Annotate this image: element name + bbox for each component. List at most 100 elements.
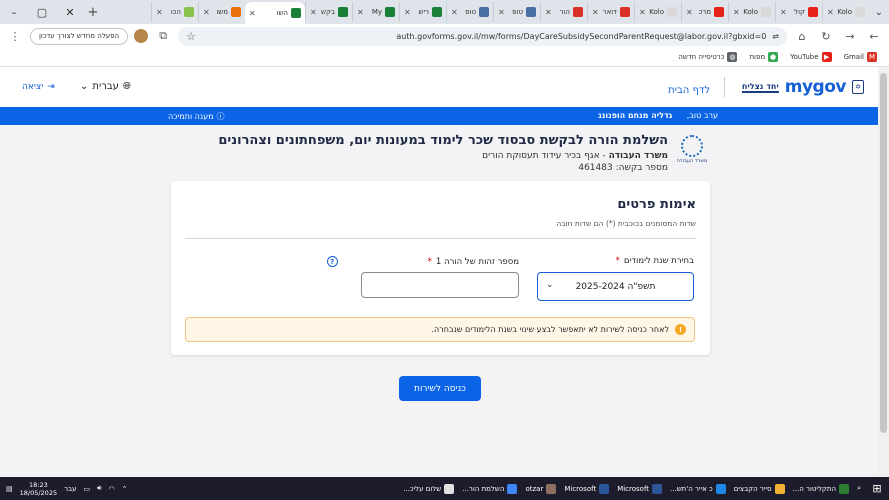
taskbar-app[interactable]: Microsoft (613, 479, 666, 499)
windows-start-icon[interactable]: ⊞ (865, 482, 889, 495)
browser-tab[interactable]: My ✕ (352, 2, 399, 22)
new-tab-icon[interactable]: + (84, 5, 102, 20)
bookmark-maps[interactable]: ● מפות (749, 52, 779, 62)
tab-close-icon[interactable]: ✕ (310, 8, 317, 17)
browser-tab[interactable]: השו ✕ (245, 2, 305, 24)
browser-tab[interactable]: Kolo ✕ (728, 2, 775, 22)
taskbar-app-icon (546, 483, 557, 494)
tray-chevron-icon[interactable]: ⌃ (122, 485, 128, 493)
tab-favicon-icon (526, 7, 536, 17)
state-emblem-icon: ✡ (852, 80, 864, 94)
tab-close-icon[interactable]: ✕ (451, 8, 458, 17)
tab-label: משו (216, 8, 228, 16)
tab-favicon-icon (432, 7, 442, 17)
extensions-icon[interactable]: ⧉ (154, 27, 172, 45)
tab-label: Kolo (743, 8, 758, 16)
tab-favicon-icon (667, 7, 677, 17)
volume-icon[interactable]: 🔊︎ (97, 484, 101, 493)
back-arrow-icon[interactable]: ← (865, 27, 883, 45)
logout-link[interactable]: ⇥ יציאה (22, 82, 55, 92)
bookmark-star-icon[interactable]: ☆ (186, 30, 196, 43)
help-question-icon[interactable]: ? (326, 256, 338, 267)
menu-icon[interactable]: ⋮ (6, 27, 24, 45)
warning-icon: ! (675, 324, 686, 335)
tab-label: השו (276, 9, 288, 17)
browser-tab[interactable]: Kolo ✕ (634, 2, 681, 22)
request-number: מספר בקשה: 461483 (578, 163, 668, 173)
tab-favicon-icon (291, 8, 301, 18)
taskbar-search-icon[interactable]: ⌕ (853, 479, 865, 499)
browser-tab[interactable]: טופ ✕ (446, 2, 493, 22)
wifi-icon[interactable]: ◠ (109, 485, 115, 493)
required-asterisk: * (427, 256, 432, 267)
language-selector[interactable]: 🌐︎ עברית ⌄ (80, 81, 131, 92)
clock[interactable]: 18:23 18/05/2025 (20, 481, 57, 497)
browser-tab[interactable]: בקש ✕ (305, 2, 352, 22)
forward-arrow-icon[interactable]: → (841, 27, 859, 45)
site-settings-icon[interactable]: ⇌ (772, 32, 779, 41)
tab-favicon-icon (385, 7, 395, 17)
taskbar-app[interactable]: שלום עליכ... (399, 479, 458, 499)
tab-label: מרכ (698, 8, 711, 16)
bookmark-gmail[interactable]: M Gmail (844, 52, 877, 62)
tab-label: My (371, 8, 382, 16)
browser-tab[interactable]: מרכ ✕ (681, 2, 728, 22)
taskbar-app[interactable]: otzar (521, 479, 560, 499)
profile-avatar[interactable] (134, 29, 149, 43)
mygov-logo[interactable]: ✡ mygov יחד נצליח (741, 77, 864, 97)
school-year-select[interactable]: תשפ"ה 2025-2024 ⌄ (537, 272, 694, 301)
address-bar[interactable]: ⇌ auth.govforms.gov.il/mw/forms/DayCareS… (178, 26, 787, 46)
tab-close-icon[interactable]: ✕ (357, 8, 364, 17)
enter-service-button[interactable]: כניסה לשירות (399, 376, 481, 401)
browser-tab[interactable]: ריש ✕ (399, 2, 446, 22)
bookmark-youtube[interactable]: ▶ YouTube (790, 52, 832, 62)
tab-close-icon[interactable]: ✕ (404, 8, 411, 17)
browser-tab[interactable]: קול ✕ (775, 2, 822, 22)
input-language[interactable]: עבר (64, 485, 76, 493)
parent-id-input[interactable] (361, 272, 519, 298)
globe-icon: ◍ (727, 52, 738, 62)
service-title: השלמת הורה לבקשת סבסוד שכר לימוד במעונות… (218, 133, 668, 148)
tab-close-icon[interactable]: ✕ (686, 8, 693, 17)
tab-close-icon[interactable]: ✕ (733, 8, 740, 17)
tab-close-icon[interactable]: ✕ (780, 8, 787, 17)
taskbar-app[interactable]: כ אייר ה'תש... (666, 479, 730, 499)
service-ministry: משרד העבודה - אגף בכיר עידוד תעסוקת הורי… (482, 151, 668, 161)
browser-tab[interactable]: הכו ✕ (151, 2, 198, 22)
notifications-icon[interactable]: ▤ (6, 485, 13, 493)
relaunch-button[interactable]: הפעלה מחדש לצורך עדכון (30, 27, 129, 45)
scrollbar-thumb[interactable] (880, 73, 887, 433)
taskbar-app[interactable]: Microsoft (560, 479, 613, 499)
tab-close-icon[interactable]: ✕ (498, 8, 505, 17)
taskbar-app[interactable]: סייר הקבצים (730, 479, 789, 499)
home-link[interactable]: לדף הבית (668, 85, 710, 96)
question-circle-icon: ⓘ (216, 112, 225, 121)
tab-close-icon[interactable]: ✕ (639, 8, 646, 17)
minimize-icon[interactable]: – (0, 0, 28, 24)
taskbar-app[interactable]: השלמת הור... (458, 479, 521, 499)
browser-tab[interactable]: דואר ✕ (587, 2, 634, 22)
maximize-icon[interactable]: ▢ (28, 0, 56, 24)
tab-close-icon[interactable]: ✕ (545, 8, 552, 17)
taskbar-app[interactable]: התקליטור ה... (789, 479, 854, 499)
taskbar-app-label: השלמת הור... (462, 484, 505, 493)
browser-tab[interactable]: משו ✕ (198, 2, 245, 22)
battery-icon[interactable]: ▭ (83, 485, 90, 493)
tab-close-icon[interactable]: ✕ (827, 8, 834, 17)
home-icon[interactable]: ⌂ (793, 27, 811, 45)
bookmark-new-tab[interactable]: ◍ כרטיסייה חדשה (678, 52, 738, 62)
address-url[interactable]: auth.govforms.gov.il/mw/forms/DayCareSub… (396, 32, 766, 41)
request-number-label: מספר בקשה: (615, 163, 668, 173)
help-link[interactable]: ⓘ מענה ותמיכה (168, 111, 225, 122)
reload-icon[interactable]: ↻ (817, 27, 835, 45)
tab-close-icon[interactable]: ✕ (156, 8, 163, 17)
tab-close-icon[interactable]: ✕ (203, 8, 210, 17)
browser-tab[interactable]: Kolo ✕ (822, 2, 869, 22)
close-window-icon[interactable]: ✕ (56, 0, 84, 24)
tab-search-icon[interactable]: ⌄ (869, 7, 889, 18)
site-header: ✡ mygov יחד נצליח לדף הבית 🌐︎ עברית ⌄ ⇥ … (0, 67, 878, 107)
tab-close-icon[interactable]: ✕ (592, 8, 599, 17)
tab-close-icon[interactable]: ✕ (249, 9, 256, 18)
browser-tab[interactable]: טופ ✕ (493, 2, 540, 22)
browser-tab[interactable]: הור ✕ (540, 2, 587, 22)
